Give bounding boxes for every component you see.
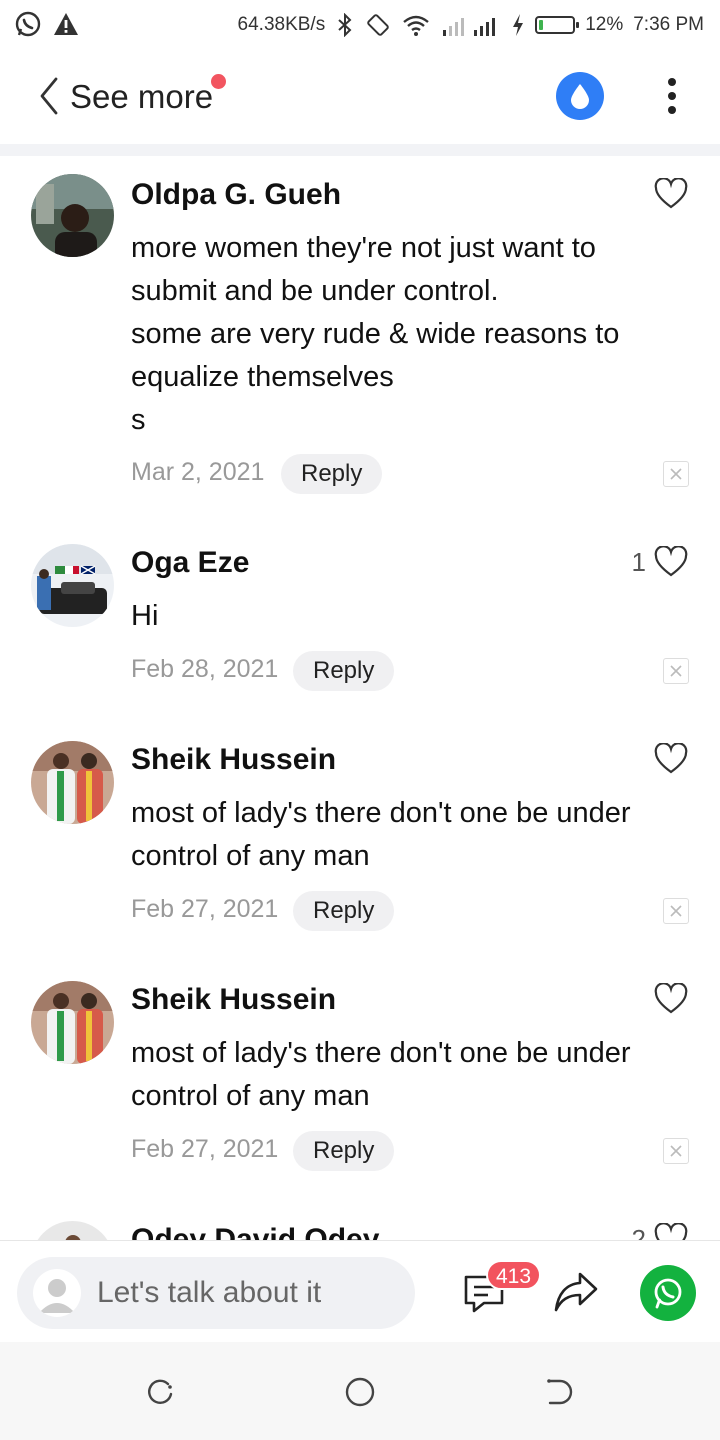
- water-drop-button[interactable]: [556, 72, 604, 120]
- close-icon: [670, 1145, 682, 1157]
- battery-icon: [535, 16, 580, 34]
- reply-button[interactable]: Reply: [281, 454, 383, 494]
- comment-text: most of lady's there don't one be under …: [131, 1032, 676, 1118]
- status-bar: 64.38KB/s 12% 7:36 PM: [0, 0, 720, 50]
- reply-button[interactable]: Reply: [293, 1131, 395, 1171]
- notification-dot: [211, 74, 226, 89]
- comment-date: Mar 2, 2021: [131, 458, 265, 486]
- comment-input[interactable]: Let's talk about it: [17, 1257, 415, 1329]
- avatar[interactable]: [31, 1221, 114, 1240]
- heart-icon: [654, 178, 688, 209]
- user-avatar-icon: [33, 1269, 81, 1317]
- avatar[interactable]: [31, 544, 114, 627]
- comment-line: most of lady's there don't one be under: [131, 1037, 631, 1069]
- like-button[interactable]: [646, 178, 688, 210]
- system-nav-bar: [0, 1342, 720, 1440]
- avatar[interactable]: [31, 741, 114, 824]
- comment-author[interactable]: Sheik Hussein: [131, 983, 336, 1017]
- comment-line: some are very rude & wide reasons to: [131, 318, 620, 350]
- heart-icon: [654, 546, 688, 577]
- dismiss-button[interactable]: [663, 1138, 689, 1164]
- close-icon: [670, 905, 682, 917]
- comment-author[interactable]: Oga Eze: [131, 546, 249, 580]
- comment-author[interactable]: Sheik Hussein: [131, 743, 336, 777]
- comment-line: equalize themselves: [131, 361, 394, 393]
- comment-line: Hi: [131, 600, 159, 632]
- comment-input-placeholder: Let's talk about it: [97, 1276, 322, 1309]
- network-speed: 64.38KB/s: [237, 14, 326, 35]
- comment-line: s: [131, 404, 146, 436]
- whatsapp-icon: [15, 11, 41, 37]
- app-header: See more: [0, 50, 720, 144]
- like-count: 2: [631, 1223, 646, 1241]
- like-button[interactable]: [646, 743, 688, 775]
- home-icon[interactable]: [344, 1376, 376, 1408]
- comment-date: Feb 27, 2021: [131, 1135, 279, 1163]
- whatsapp-share-button[interactable]: [640, 1265, 696, 1321]
- comment-line: most of lady's there don't one be under: [131, 797, 631, 829]
- rotate-icon: [367, 14, 389, 36]
- comment-text: most of lady's there don't one be under …: [131, 792, 676, 878]
- comment-count-badge: 413: [486, 1260, 542, 1290]
- avatar[interactable]: [31, 981, 114, 1064]
- comment-line: more women they're not just want to: [131, 232, 596, 264]
- comment-list[interactable]: Oldpa G. Gueh more women they're not jus…: [0, 156, 720, 1240]
- signal-icon: [443, 18, 496, 36]
- dismiss-button[interactable]: [663, 461, 689, 487]
- close-icon: [670, 665, 682, 677]
- warning-icon: [54, 13, 78, 35]
- reply-button[interactable]: Reply: [293, 891, 395, 931]
- heart-icon: [654, 1223, 688, 1240]
- avatar[interactable]: [31, 174, 114, 257]
- share-icon[interactable]: [552, 1270, 600, 1314]
- comment-line: control of any man: [131, 840, 370, 872]
- close-icon: [670, 468, 682, 480]
- comment-text: more women they're not just want to subm…: [131, 227, 676, 442]
- see-more-title[interactable]: See more: [70, 78, 213, 116]
- comment-author[interactable]: Oldpa G. Gueh: [131, 178, 341, 212]
- comment-line: control of any man: [131, 1080, 370, 1112]
- heart-icon: [654, 743, 688, 774]
- like-button[interactable]: [646, 983, 688, 1015]
- comment-text: Hi: [131, 595, 676, 638]
- charging-icon: [513, 14, 524, 36]
- wifi-icon: [403, 15, 429, 36]
- water-drop-icon: [571, 84, 589, 109]
- comment-date: Feb 28, 2021: [131, 655, 279, 683]
- clock: 7:36 PM: [633, 14, 704, 35]
- bluetooth-icon: [338, 13, 352, 37]
- comment-author[interactable]: Odey David Odey: [131, 1223, 379, 1240]
- like-button[interactable]: 2: [632, 1223, 688, 1240]
- comment-line: submit and be under control.: [131, 275, 499, 307]
- recent-apps-icon[interactable]: [144, 1376, 176, 1408]
- like-button[interactable]: 1: [632, 546, 688, 578]
- heart-icon: [654, 983, 688, 1014]
- comment-date: Feb 27, 2021: [131, 895, 279, 923]
- more-vertical-icon[interactable]: [660, 76, 684, 116]
- comment-composer-bar: Let's talk about it 413: [0, 1240, 720, 1342]
- reply-button[interactable]: Reply: [293, 651, 395, 691]
- battery-percent: 12%: [585, 14, 624, 35]
- dismiss-button[interactable]: [663, 658, 689, 684]
- back-icon[interactable]: [544, 1376, 576, 1408]
- whatsapp-icon: [654, 1278, 682, 1309]
- dismiss-button[interactable]: [663, 898, 689, 924]
- like-count: 1: [631, 546, 646, 577]
- back-chevron-icon[interactable]: [30, 76, 70, 116]
- section-divider: [0, 144, 720, 156]
